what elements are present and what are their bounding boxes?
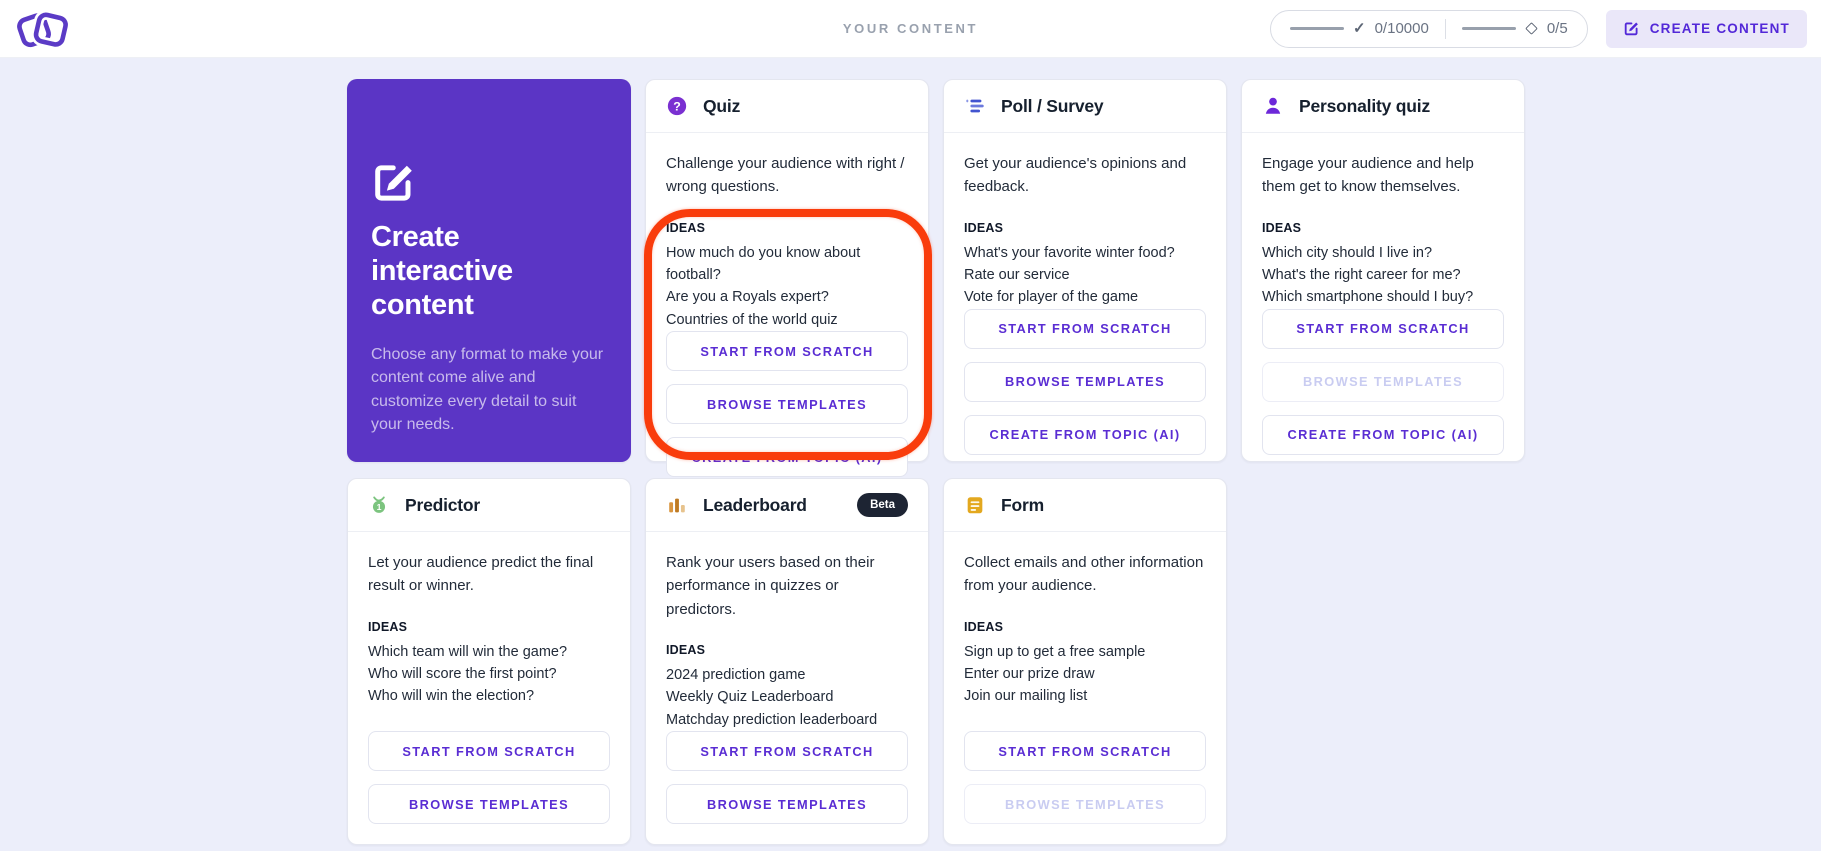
poll-bars-icon: [966, 99, 984, 113]
promo-title: Create interactive content: [371, 221, 513, 322]
quota-usage-value: 0/5: [1546, 20, 1568, 37]
promo-description: Choose any format to make your content c…: [371, 346, 604, 433]
idea-item: Who will win the election?: [368, 688, 535, 705]
card-description: Engage your audience and help them get t…: [1262, 155, 1474, 196]
quiz-create-from-topic-ai-button[interactable]: CREATE FROM TOPIC (AI): [666, 437, 908, 478]
card-leaderboard: Leaderboard Beta Rank your users based o…: [645, 478, 929, 845]
promo-card: Create interactive content Choose any fo…: [347, 79, 631, 462]
card-title: Predictor: [405, 494, 481, 515]
leaderboard-start-from-scratch-button[interactable]: START FROM SCRATCH: [666, 731, 908, 772]
personality-start-from-scratch-button[interactable]: START FROM SCRATCH: [1262, 308, 1504, 349]
ideas-label: IDEAS: [666, 220, 706, 235]
quiz-browse-templates-button[interactable]: BROWSE TEMPLATES: [666, 384, 908, 425]
idea-item: Which team will win the game?: [368, 643, 568, 660]
card-title: Leaderboard: [703, 494, 807, 515]
create-content-button[interactable]: CREATE CONTENT: [1605, 9, 1807, 48]
usage-pill[interactable]: ✓ 0/10000 0/5: [1270, 9, 1588, 48]
card-title: Poll / Survey: [1001, 95, 1104, 116]
format-board: Create interactive content Choose any fo…: [347, 79, 1525, 845]
card-quiz: ? Quiz Challenge your audience with righ…: [645, 79, 929, 478]
card-description: Rank your users based on their performan…: [666, 554, 875, 618]
idea-item: Which city should I live in?: [1262, 244, 1433, 261]
person-icon: [1265, 97, 1281, 114]
ideas-label: IDEAS: [964, 220, 1004, 235]
poll-browse-templates-button[interactable]: BROWSE TEMPLATES: [964, 361, 1206, 402]
poll-start-from-scratch-button[interactable]: START FROM SCRATCH: [964, 308, 1206, 349]
diamond-icon: [1524, 22, 1538, 35]
views-progress-bar: [1290, 27, 1345, 30]
idea-item: Sign up to get a free sample: [964, 643, 1146, 660]
idea-item: What's the right career for me?: [1262, 266, 1461, 283]
idea-item: Weekly Quiz Leaderboard: [666, 689, 834, 706]
poll-create-from-topic-ai-button[interactable]: CREATE FROM TOPIC (AI): [964, 414, 1206, 455]
card-poll-survey: Poll / Survey Get your audience's opinio…: [943, 79, 1227, 462]
quiz-start-from-scratch-button[interactable]: START FROM SCRATCH: [666, 331, 908, 372]
card-description: Let your audience predict the final resu…: [368, 554, 594, 595]
card-description: Collect emails and other information fro…: [964, 554, 1204, 595]
medal-icon: 1: [372, 496, 386, 513]
leaderboard-browse-templates-button[interactable]: BROWSE TEMPLATES: [666, 784, 908, 825]
edit-square-icon: [375, 165, 412, 202]
idea-item: Countries of the world quiz: [666, 311, 838, 328]
idea-item: Vote for player of the game: [964, 289, 1139, 306]
idea-item: Are you a Royals expert?: [666, 289, 829, 306]
svg-text:1: 1: [377, 502, 382, 512]
card-title: Personality quiz: [1299, 95, 1430, 116]
usage-divider: [1444, 18, 1446, 39]
idea-item: Enter our prize draw: [964, 665, 1095, 682]
quota-progress-bar: [1461, 27, 1516, 30]
idea-item: Join our mailing list: [964, 688, 1088, 705]
idea-item: What's your favorite winter food?: [964, 244, 1175, 261]
personality-browse-templates-button-disabled: BROWSE TEMPLATES: [1262, 361, 1504, 402]
create-content-label: CREATE CONTENT: [1649, 21, 1790, 36]
personality-create-from-topic-ai-button[interactable]: CREATE FROM TOPIC (AI): [1262, 414, 1504, 455]
form-clipboard-icon: [967, 497, 983, 514]
views-usage-value: 0/10000: [1374, 20, 1429, 37]
card-description: Get your audience's opinions and feedbac…: [964, 155, 1187, 196]
idea-item: 2024 prediction game: [666, 666, 806, 683]
idea-item: Rate our service: [964, 266, 1070, 283]
card-predictor: 1 Predictor Let your audience predict th…: [347, 478, 631, 845]
idea-item: Who will score the first point?: [368, 665, 557, 682]
ideas-label: IDEAS: [368, 619, 408, 634]
form-start-from-scratch-button[interactable]: START FROM SCRATCH: [964, 731, 1206, 771]
card-personality-quiz: Personality quiz Engage your audience an…: [1241, 79, 1525, 462]
idea-item: Matchday prediction leaderboard: [666, 711, 878, 728]
ideas-label: IDEAS: [1262, 220, 1302, 235]
predictor-start-from-scratch-button[interactable]: START FROM SCRATCH: [368, 731, 610, 771]
predictor-browse-templates-button[interactable]: BROWSE TEMPLATES: [368, 784, 610, 824]
card-description: Challenge your audience with right / wro…: [666, 155, 905, 196]
card-form: Form Collect emails and other informatio…: [943, 478, 1227, 845]
idea-item: How much do you know about football?: [666, 244, 861, 283]
ideas-label: IDEAS: [964, 619, 1004, 634]
bar-chart-icon: [669, 498, 685, 513]
idea-item: Which smartphone should I buy?: [1262, 289, 1474, 306]
svg-text:?: ?: [673, 99, 681, 113]
check-icon: ✓: [1353, 20, 1366, 37]
ideas-label: IDEAS: [666, 642, 706, 657]
beta-badge: Beta: [857, 493, 908, 517]
question-circle-icon: ?: [667, 96, 687, 116]
card-title: Form: [1001, 494, 1044, 515]
form-browse-templates-button-disabled: BROWSE TEMPLATES: [964, 784, 1206, 824]
top-bar: YOUR CONTENT ✓ 0/10000 0/5 CREATE CONTEN…: [0, 0, 1821, 58]
card-title: Quiz: [703, 95, 741, 116]
edit-square-icon: [1624, 22, 1638, 36]
